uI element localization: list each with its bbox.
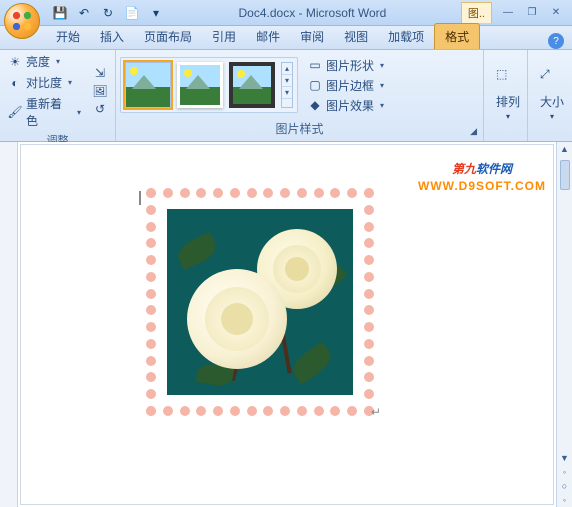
scroll-up-icon[interactable]: ▲ [557,142,572,156]
quick-access-toolbar: 💾 ↶ ↻ 📄 ▾ [52,5,164,21]
tab-insert[interactable]: 插入 [90,24,134,49]
picture-border-label: 图片边框 [326,77,374,94]
prev-page-icon[interactable]: ◦ [557,465,572,479]
contrast-label: 对比度 [26,74,62,91]
scroll-down-icon[interactable]: ▼ [557,451,572,465]
brightness-button[interactable]: ☀ 亮度 [4,52,85,71]
document-canvas[interactable]: ↵ [20,144,554,505]
minimize-button[interactable]: — [498,6,518,20]
close-button[interactable]: ✕ [546,6,566,20]
gallery-down-icon[interactable]: ▾ [282,75,292,87]
recolor-icon: 🖌 [8,105,22,119]
vertical-scrollbar[interactable]: ▲ ▼ ◦ ○ ◦ [556,142,572,507]
tab-review[interactable]: 审阅 [290,24,334,49]
picture-shape-button[interactable]: ▭ 图片形状 [304,56,388,75]
style-thumb-1[interactable] [125,62,171,108]
group-arrange: ⬚排列▾ [484,50,528,141]
picture-effects-icon: ◆ [308,98,322,112]
watermark-blue: 软件网 [476,162,512,176]
arrange-icon: ⬚ [496,67,520,91]
change-picture-icon: 🖼 [93,84,107,98]
browse-object-icon[interactable]: ○ [557,479,572,493]
picture-effects-button[interactable]: ◆ 图片效果 [304,96,388,115]
ribbon-tabs: 开始 插入 页面布局 引用 邮件 审阅 视图 加载项 格式 ? [0,26,572,50]
contrast-button[interactable]: ◐ 对比度 [4,73,85,92]
redo-icon[interactable]: ↻ [100,5,116,21]
watermark-red: 第九 [452,162,476,176]
tab-references[interactable]: 引用 [202,24,246,49]
title-bar: 💾 ↶ ↻ 📄 ▾ Doc4.docx - Microsoft Word 图..… [0,0,572,26]
group-styles-label: 图片样式◢ [120,118,479,139]
tab-home[interactable]: 开始 [46,24,90,49]
size-icon: ⤢ [540,67,564,91]
document-area: ↵ ▲ ▼ ◦ ○ ◦ [0,142,572,507]
text-cursor [139,191,145,205]
tab-format[interactable]: 格式 [434,23,480,49]
size-button[interactable]: ⤢大小▾ [532,63,572,125]
window-controls: — ❐ ✕ [498,6,566,20]
anchor-icon: ↵ [371,405,381,419]
watermark-url: WWW.D9SOFT.COM [418,179,546,193]
group-arrange-label [488,135,523,139]
group-size-label [532,135,568,139]
brightness-icon: ☀ [8,55,22,69]
help-button[interactable]: ? [548,33,564,49]
compress-pictures-button[interactable]: ⇲ [89,65,111,81]
contrast-icon: ◐ [8,76,22,90]
undo-icon[interactable]: ↶ [76,5,92,21]
gallery-up-icon[interactable]: ▴ [282,63,292,75]
save-icon[interactable]: 💾 [52,5,68,21]
picture-content [167,209,353,395]
recolor-button[interactable]: 🖌 重新着色 [4,94,85,130]
picture-border-icon: ▢ [308,78,322,92]
contextual-tab-label: 图.. [461,2,492,23]
gallery-more-icon[interactable]: ▾ [282,87,292,99]
arrange-label: 排列 [496,93,520,110]
watermark: 第九软件网 WWW.D9SOFT.COM [418,156,546,193]
qat-customize-icon[interactable]: ▾ [148,5,164,21]
change-picture-button[interactable]: 🖼 [89,83,111,99]
picture-effects-label: 图片效果 [326,97,374,114]
group-picture-styles: ▴▾▾ ▭图片形状 ▢图片边框 ◆图片效果 图片样式◢ [116,50,484,141]
reset-icon: ↺ [93,102,107,116]
styles-dialog-launcher[interactable]: ◢ [470,126,477,137]
picture-shape-icon: ▭ [308,58,322,72]
arrange-button[interactable]: ⬚排列▾ [488,63,528,125]
tab-addins[interactable]: 加载项 [378,24,434,49]
vertical-ruler[interactable] [0,142,18,507]
ribbon: ☀亮度 ◐对比度 🖌重新着色 ⇲ 🖼 ↺ 调整 ▴▾▾ ▭图片形状 ▢图片边框 [0,50,572,142]
group-adjust: ☀亮度 ◐对比度 🖌重新着色 ⇲ 🖼 ↺ 调整 [0,50,116,141]
picture-shape-label: 图片形状 [326,57,374,74]
gallery-scroll[interactable]: ▴▾▾ [281,62,293,108]
next-page-icon[interactable]: ◦ [557,493,572,507]
scroll-thumb[interactable] [560,160,570,190]
group-size: ⤢大小▾ [528,50,572,141]
tab-view[interactable]: 视图 [334,24,378,49]
size-label: 大小 [540,93,564,110]
brightness-label: 亮度 [26,53,50,70]
picture-styles-gallery[interactable]: ▴▾▾ [120,57,298,113]
style-thumb-2[interactable] [177,62,223,108]
style-thumb-3[interactable] [229,62,275,108]
tab-page-layout[interactable]: 页面布局 [134,24,202,49]
maximize-button[interactable]: ❐ [522,6,542,20]
inserted-picture[interactable]: ↵ [151,193,369,411]
reset-picture-button[interactable]: ↺ [89,101,111,117]
new-doc-icon[interactable]: 📄 [124,5,140,21]
recolor-label: 重新着色 [26,95,71,129]
compress-icon: ⇲ [93,66,107,80]
office-button[interactable] [4,3,40,39]
tab-mailings[interactable]: 邮件 [246,24,290,49]
window-title: Doc4.docx - Microsoft Word [164,6,461,20]
picture-border-button[interactable]: ▢ 图片边框 [304,76,388,95]
